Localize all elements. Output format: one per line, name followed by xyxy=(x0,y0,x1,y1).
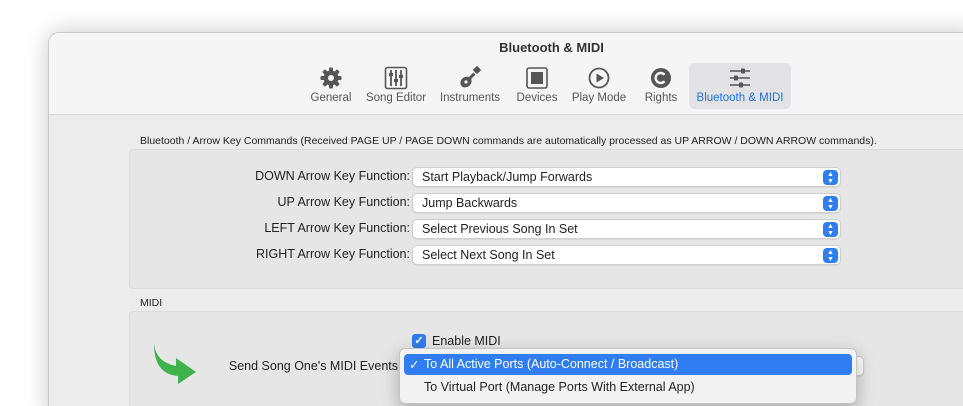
tab-devices-label: Devices xyxy=(516,92,558,104)
gear-icon xyxy=(320,67,342,89)
tab-song-editor-label: Song Editor xyxy=(365,92,427,104)
chevron-updown-icon: ▲ ▼ xyxy=(823,196,838,211)
right-arrow-value: Select Next Song In Set xyxy=(422,248,555,262)
chevron-updown-icon: ▲ ▼ xyxy=(823,222,838,237)
tab-bluetooth-midi-label: Bluetooth & MIDI xyxy=(696,92,784,104)
up-arrow-label: UP Arrow Key Function: xyxy=(277,195,410,209)
left-arrow-label: LEFT Arrow Key Function: xyxy=(264,221,410,235)
midi-target-menu: ✓ To All Active Ports (Auto-Connect / Br… xyxy=(399,348,857,404)
left-arrow-value: Select Previous Song In Set xyxy=(422,222,578,236)
down-arrow-label: DOWN Arrow Key Function: xyxy=(255,169,410,183)
sliders-icon xyxy=(384,66,408,90)
bluetooth-midi-icon xyxy=(730,68,750,88)
down-arrow-select[interactable]: Start Playback/Jump Forwards ▲ ▼ xyxy=(412,167,841,187)
preferences-toolbar: General Song Editor Instruments Devices … xyxy=(49,61,963,111)
up-arrow-value: Jump Backwards xyxy=(422,196,518,210)
highlight-arrow-icon xyxy=(154,344,196,384)
guitar-icon xyxy=(460,66,481,88)
menu-item-all-ports-label: To All Active Ports (Auto-Connect / Broa… xyxy=(424,357,679,371)
titlebar: Bluetooth & MIDI General Song Editor Ins… xyxy=(49,33,963,115)
tab-song-editor[interactable]: Song Editor xyxy=(361,63,431,109)
copyright-icon xyxy=(651,68,671,88)
enable-midi-checkbox[interactable]: ✓ xyxy=(412,334,426,348)
bluetooth-groupbox: DOWN Arrow Key Function: Start Playback/… xyxy=(129,149,963,289)
midi-section-caption: MIDI xyxy=(140,297,163,309)
tab-bluetooth-midi[interactable]: Bluetooth & MIDI xyxy=(689,63,791,109)
tab-instruments-label: Instruments xyxy=(439,92,501,104)
menu-item-virtual-port-label: To Virtual Port (Manage Ports With Exter… xyxy=(424,380,695,394)
tab-rights[interactable]: Rights xyxy=(639,63,683,109)
send-midi-events-select[interactable] xyxy=(856,356,864,376)
play-circle-icon xyxy=(588,67,610,89)
tab-instruments[interactable]: Instruments xyxy=(435,63,505,109)
checkmark-icon: ✓ xyxy=(409,358,420,372)
menu-item-virtual-port[interactable]: To Virtual Port (Manage Ports With Exter… xyxy=(404,377,852,398)
tab-devices[interactable]: Devices xyxy=(512,63,562,109)
tab-general-label: General xyxy=(310,92,352,104)
tab-play-mode[interactable]: Play Mode xyxy=(567,63,631,109)
tab-play-mode-label: Play Mode xyxy=(571,92,627,104)
up-arrow-select[interactable]: Jump Backwards ▲ ▼ xyxy=(412,193,841,213)
tab-rights-label: Rights xyxy=(644,92,678,104)
left-arrow-select[interactable]: Select Previous Song In Set ▲ ▼ xyxy=(412,219,841,239)
chevron-updown-icon: ▲ ▼ xyxy=(823,248,838,263)
enable-midi-label: Enable MIDI xyxy=(432,334,501,348)
chevron-updown-icon: ▲ ▼ xyxy=(823,170,838,185)
right-arrow-label: RIGHT Arrow Key Function: xyxy=(256,247,410,261)
down-arrow-value: Start Playback/Jump Forwards xyxy=(422,170,593,184)
tab-general[interactable]: General xyxy=(305,63,357,109)
devices-icon xyxy=(526,67,548,89)
window-title: Bluetooth & MIDI xyxy=(499,40,604,55)
menu-item-all-ports[interactable]: ✓ To All Active Ports (Auto-Connect / Br… xyxy=(404,354,852,375)
right-arrow-select[interactable]: Select Next Song In Set ▲ ▼ xyxy=(412,245,841,265)
bluetooth-section-caption: Bluetooth / Arrow Key Commands (Received… xyxy=(140,135,877,147)
